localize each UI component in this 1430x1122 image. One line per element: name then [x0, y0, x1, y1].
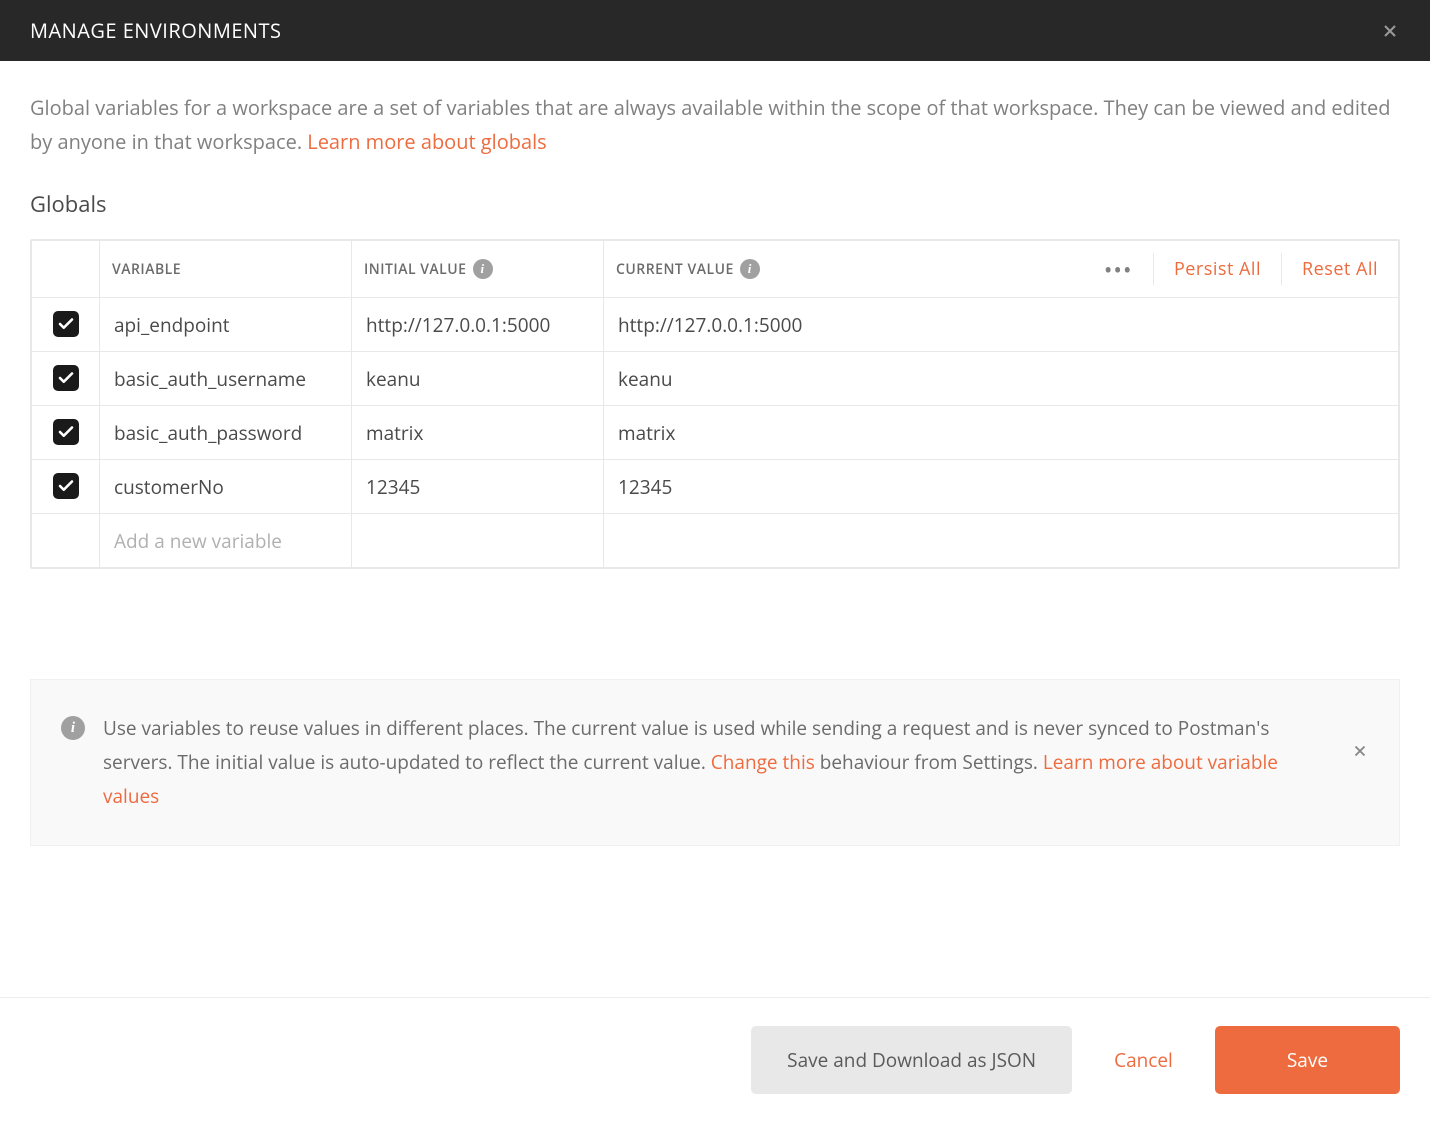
cancel-button[interactable]: Cancel — [1102, 1026, 1185, 1094]
variable-cell[interactable]: basic_auth_password — [100, 420, 351, 446]
close-icon[interactable] — [1380, 21, 1400, 41]
info-icon[interactable]: i — [473, 259, 493, 279]
section-title: Globals — [30, 189, 1400, 219]
initial-value-cell[interactable]: 12345 — [352, 474, 603, 500]
table-row: basic_auth_password matrix matrix — [32, 406, 1399, 460]
column-header-initial: INITIAL VALUE i — [352, 241, 604, 298]
new-variable-input[interactable] — [100, 514, 351, 567]
table-row: customerNo 12345 12345 — [32, 460, 1399, 514]
initial-value-cell[interactable]: matrix — [352, 420, 603, 446]
initial-value-cell[interactable]: keanu — [352, 366, 603, 392]
current-value-cell[interactable]: 12345 — [604, 474, 1398, 500]
info-icon: i — [61, 716, 85, 740]
row-checkbox[interactable] — [53, 311, 79, 337]
learn-more-globals-link[interactable]: Learn more about globals — [307, 128, 546, 155]
modal-header: MANAGE ENVIRONMENTS — [0, 0, 1430, 61]
change-this-link[interactable]: Change this — [711, 749, 815, 775]
table-row: basic_auth_username keanu keanu — [32, 352, 1399, 406]
banner-text: Use variables to reuse values in differe… — [103, 712, 1323, 813]
table-header-row: VARIABLE INITIAL VALUE i CURRENT VALUE i — [32, 241, 1399, 298]
description-text: Global variables for a workspace are a s… — [30, 91, 1400, 159]
variable-cell[interactable]: customerNo — [100, 474, 351, 500]
save-button[interactable]: Save — [1215, 1026, 1400, 1094]
more-actions-icon[interactable]: ••• — [1084, 256, 1153, 283]
row-checkbox[interactable] — [53, 419, 79, 445]
modal-title: MANAGE ENVIRONMENTS — [30, 17, 281, 44]
current-value-cell[interactable]: keanu — [604, 366, 1398, 392]
close-banner-icon[interactable] — [1351, 742, 1369, 765]
variable-cell[interactable]: basic_auth_username — [100, 366, 351, 392]
column-header-checkbox — [32, 241, 100, 298]
current-value-cell[interactable]: matrix — [604, 420, 1398, 446]
modal-body: Global variables for a workspace are a s… — [0, 61, 1430, 846]
persist-all-button[interactable]: Persist All — [1154, 257, 1281, 281]
row-checkbox[interactable] — [53, 365, 79, 391]
new-variable-row — [32, 514, 1399, 568]
row-checkbox[interactable] — [53, 473, 79, 499]
new-current-input[interactable] — [604, 514, 1398, 567]
reset-all-button[interactable]: Reset All — [1282, 257, 1398, 281]
save-download-json-button[interactable]: Save and Download as JSON — [751, 1026, 1072, 1094]
table-row: api_endpoint http://127.0.0.1:5000 http:… — [32, 298, 1399, 352]
variable-cell[interactable]: api_endpoint — [100, 312, 351, 338]
column-header-variable: VARIABLE — [100, 241, 352, 298]
current-value-cell[interactable]: http://127.0.0.1:5000 — [604, 312, 1398, 338]
globals-table: VARIABLE INITIAL VALUE i CURRENT VALUE i — [30, 239, 1400, 569]
new-initial-input[interactable] — [352, 514, 603, 567]
column-header-current: CURRENT VALUE i ••• Persist All Reset Al… — [604, 241, 1399, 298]
modal-footer: Save and Download as JSON Cancel Save — [0, 997, 1430, 1122]
initial-value-cell[interactable]: http://127.0.0.1:5000 — [352, 312, 603, 338]
info-banner: i Use variables to reuse values in diffe… — [30, 679, 1400, 846]
info-icon[interactable]: i — [740, 259, 760, 279]
